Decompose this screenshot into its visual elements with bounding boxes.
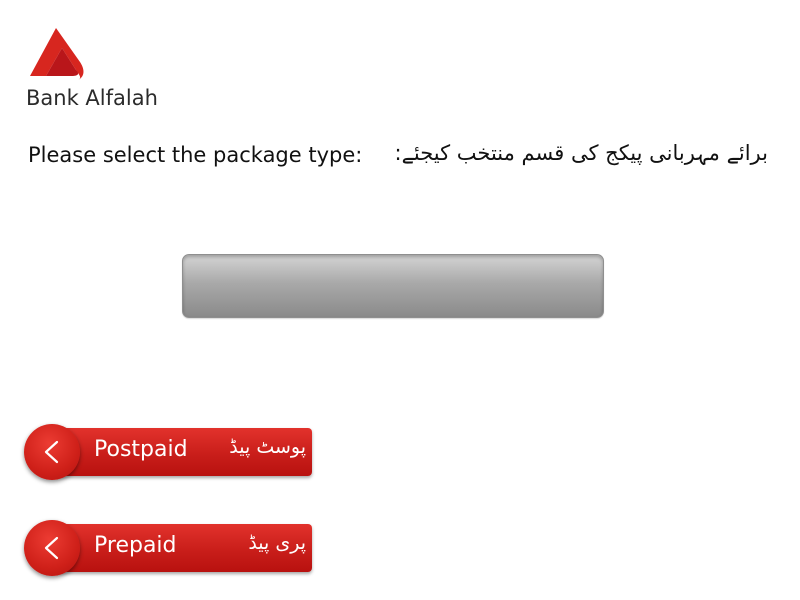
chevron-left-icon bbox=[44, 440, 59, 464]
postpaid-button-circle bbox=[24, 424, 80, 480]
postpaid-label-urdu: پوسٹ پیڈ bbox=[229, 436, 306, 458]
package-display-field bbox=[182, 254, 604, 318]
postpaid-label: Postpaid bbox=[94, 437, 188, 462]
bank-name: Bank Alfalah bbox=[26, 86, 158, 110]
chevron-left-icon bbox=[44, 536, 59, 560]
atm-screen: Bank Alfalah Please select the package t… bbox=[0, 0, 800, 600]
bank-alfalah-logo-icon bbox=[30, 28, 84, 80]
bank-logo: Bank Alfalah bbox=[26, 26, 186, 116]
prepaid-label-urdu: پری پیڈ bbox=[248, 532, 306, 554]
postpaid-button[interactable]: Postpaid پوسٹ پیڈ bbox=[24, 424, 314, 480]
prepaid-label: Prepaid bbox=[94, 533, 177, 558]
prompt-english: Please select the package type: bbox=[28, 143, 363, 167]
prepaid-button[interactable]: Prepaid پری پیڈ bbox=[24, 520, 314, 576]
prepaid-button-circle bbox=[24, 520, 80, 576]
prompt-urdu: برائے مہربانی پیکج کی قسم منتخب کیجئے: bbox=[394, 141, 769, 165]
